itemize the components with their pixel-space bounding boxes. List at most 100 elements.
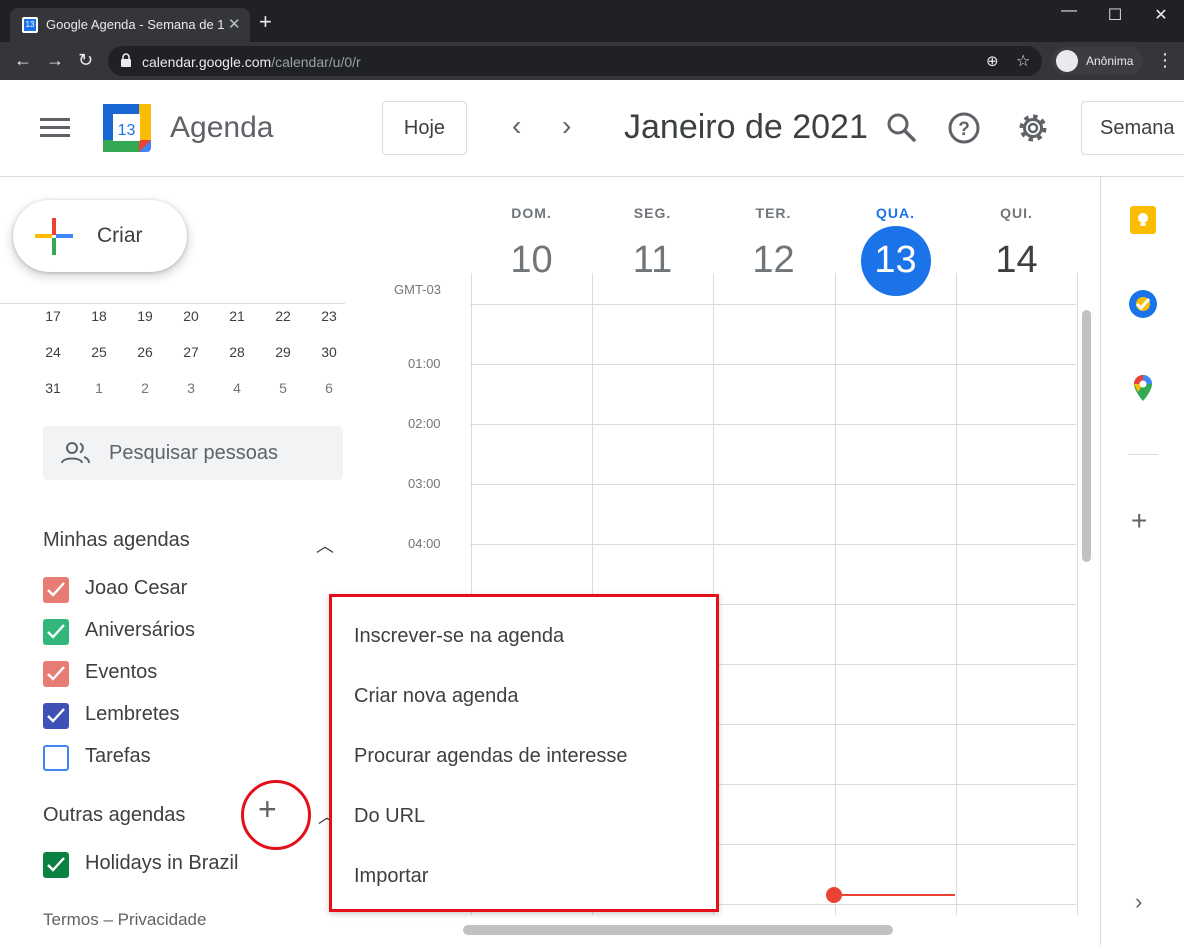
mini-calendar-day[interactable]: 2 <box>122 380 168 396</box>
day-header[interactable]: QUI. 14 <box>956 177 1077 297</box>
mini-calendar-day[interactable]: 6 <box>306 380 352 396</box>
menu-item[interactable]: Inscrever-se na agenda <box>354 625 564 648</box>
mini-calendar-day[interactable]: 21 <box>214 308 260 324</box>
day-weekday: QUI. <box>1000 205 1033 221</box>
day-number[interactable]: 14 <box>956 239 1077 282</box>
browser-toolbar: ← → ↻ calendar.google.com/calendar/u/0/r… <box>0 42 1184 80</box>
my-calendars-title[interactable]: Minhas agendas <box>43 529 190 552</box>
maximize-window-icon[interactable]: ☐ <box>1092 5 1138 25</box>
browser-chrome: 13 Google Agenda - Semana de 10 ✕ + — ☐ … <box>0 0 1184 80</box>
add-other-calendars-plus-icon[interactable]: + <box>258 793 277 825</box>
browser-menu-icon[interactable]: ⋮ <box>1156 50 1174 71</box>
settings-gear-icon[interactable] <box>1015 110 1051 146</box>
tab-close-icon[interactable]: ✕ <box>228 15 241 33</box>
people-icon <box>61 442 90 464</box>
menu-item[interactable]: Criar nova agenda <box>354 685 519 708</box>
mini-calendar-day[interactable]: 1 <box>76 380 122 396</box>
side-panel: + › <box>1100 177 1184 945</box>
menu-item[interactable]: Procurar agendas de interesse <box>354 745 628 768</box>
calendar-checkbox[interactable] <box>43 619 69 645</box>
next-week-chevron-icon[interactable]: › <box>562 110 571 142</box>
calendar-checkbox[interactable] <box>43 745 69 771</box>
forward-arrow-icon[interactable]: → <box>46 50 64 70</box>
search-icon[interactable] <box>884 110 920 146</box>
day-number[interactable]: 12 <box>713 239 834 282</box>
menu-item[interactable]: Importar <box>354 865 428 888</box>
side-panel-divider <box>1128 454 1158 455</box>
app-header: 13 Agenda Hoje ‹ › Janeiro de 2021 ? Sem… <box>0 80 1184 177</box>
calendar-checkbox[interactable] <box>43 661 69 687</box>
collapse-chevron-up-icon[interactable]: ︿ <box>316 532 334 558</box>
day-weekday: SEG. <box>633 205 672 221</box>
incognito-profile-button[interactable]: Anônima <box>1052 47 1144 75</box>
day-column-divider <box>835 273 836 915</box>
mini-calendar-day[interactable]: 23 <box>306 308 352 324</box>
help-icon[interactable]: ? <box>946 110 982 146</box>
mini-calendar-day[interactable]: 5 <box>260 380 306 396</box>
day-number[interactable]: 13 <box>835 239 956 282</box>
mini-calendar-day[interactable]: 17 <box>30 308 76 324</box>
mini-calendar-day[interactable]: 25 <box>76 344 122 360</box>
minimize-window-icon[interactable]: — <box>1046 2 1092 20</box>
mini-calendar-day[interactable]: 27 <box>168 344 214 360</box>
mini-calendar-day[interactable]: 28 <box>214 344 260 360</box>
close-window-icon[interactable]: ✕ <box>1138 5 1184 25</box>
mini-calendar-day[interactable]: 19 <box>122 308 168 324</box>
day-header[interactable]: DOM. 10 <box>471 177 592 297</box>
calendar-checkbox[interactable] <box>43 852 69 878</box>
vertical-scrollbar[interactable] <box>1082 310 1091 562</box>
create-button[interactable]: Criar <box>13 200 187 272</box>
view-selector-button[interactable]: Semana <box>1081 101 1184 155</box>
calendar-checkbox[interactable] <box>43 703 69 729</box>
new-tab-icon[interactable]: + <box>259 11 272 33</box>
day-header[interactable]: TER. 12 <box>713 177 834 297</box>
calendar-logo-icon: 13 <box>103 104 151 152</box>
zoom-icon[interactable]: ⊕ <box>986 52 999 70</box>
mini-calendar-day[interactable]: 26 <box>122 344 168 360</box>
bookmark-star-icon[interactable]: ☆ <box>1016 51 1030 71</box>
mini-calendar-day[interactable]: 30 <box>306 344 352 360</box>
reload-icon[interactable]: ↻ <box>78 50 93 70</box>
menu-item[interactable]: Do URL <box>354 805 425 828</box>
tab-title: Google Agenda - Semana de 10 <box>46 17 224 32</box>
previous-week-chevron-icon[interactable]: ‹ <box>512 110 521 142</box>
mini-calendar-day[interactable]: 18 <box>76 308 122 324</box>
main-menu-icon[interactable] <box>40 118 70 138</box>
tasks-icon[interactable] <box>1128 289 1158 319</box>
other-calendars-title[interactable]: Outras agendas <box>43 804 185 827</box>
day-header[interactable]: SEG. 11 <box>592 177 713 297</box>
day-number[interactable]: 11 <box>592 239 713 282</box>
keep-icon[interactable] <box>1128 205 1158 235</box>
day-column-divider <box>1077 273 1078 915</box>
calendar-name: Holidays in Brazil <box>85 852 239 874</box>
expand-panel-chevron-icon[interactable]: › <box>1135 889 1142 915</box>
footer-links[interactable]: Termos – Privacidade <box>43 910 206 930</box>
colorful-plus-icon <box>35 218 73 255</box>
day-header[interactable]: QUA. 13 <box>835 177 956 297</box>
mini-calendar-day[interactable]: 20 <box>168 308 214 324</box>
hour-label: 04:00 <box>408 536 441 551</box>
maps-icon[interactable] <box>1128 373 1158 403</box>
horizontal-scrollbar[interactable] <box>463 925 893 935</box>
people-search-input[interactable]: Pesquisar pessoas <box>43 426 343 480</box>
back-arrow-icon[interactable]: ← <box>14 50 32 70</box>
mini-calendar-day[interactable]: 22 <box>260 308 306 324</box>
mini-calendar-day[interactable]: 29 <box>260 344 306 360</box>
hour-label: 03:00 <box>408 476 441 491</box>
mini-calendar-day[interactable]: 31 <box>30 380 76 396</box>
mini-calendar-day[interactable]: 4 <box>214 380 260 396</box>
all-day-divider <box>470 304 1076 305</box>
mini-calendar-week: 31 1 2 3 4 5 6 <box>30 376 352 412</box>
browser-tab[interactable]: 13 Google Agenda - Semana de 10 ✕ <box>10 8 250 42</box>
address-bar[interactable]: calendar.google.com/calendar/u/0/r ⊕ ☆ <box>108 46 1042 76</box>
day-weekday: TER. <box>755 205 792 221</box>
mini-calendar-week: 17 18 19 20 21 22 23 <box>30 304 352 340</box>
calendar-checkbox[interactable] <box>43 577 69 603</box>
mini-calendar-day[interactable]: 24 <box>30 344 76 360</box>
today-button[interactable]: Hoje <box>382 101 467 155</box>
get-addons-plus-icon[interactable]: + <box>1131 507 1147 535</box>
mini-calendar-day[interactable]: 3 <box>168 380 214 396</box>
url-text: calendar.google.com/calendar/u/0/r <box>142 54 361 70</box>
day-number[interactable]: 10 <box>471 239 592 282</box>
mini-calendar: 17 18 19 20 21 22 23 24 25 26 27 28 29 30 31 1 2 3 4 5 6 <box>30 304 352 412</box>
